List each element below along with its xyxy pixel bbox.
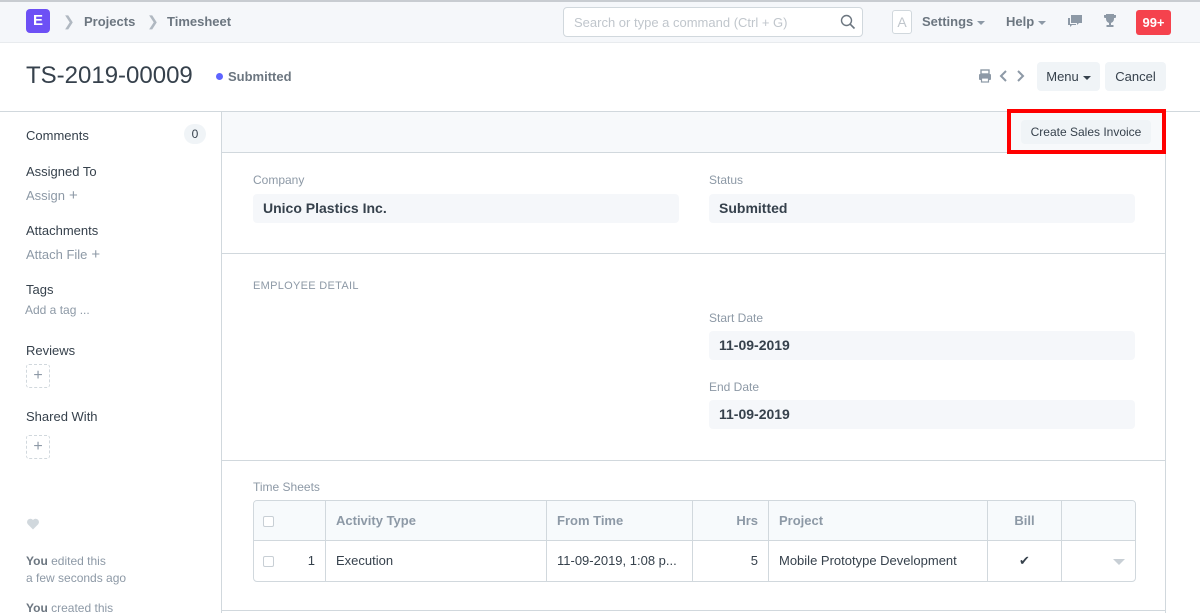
caret-down-icon [1082, 75, 1091, 80]
cancel-button[interactable]: Cancel [1105, 62, 1166, 91]
settings-label: Settings [922, 14, 974, 29]
help-dropdown[interactable]: Help [1006, 14, 1047, 29]
end-date-field: 11-09-2019 [709, 400, 1135, 429]
reviews-label: Reviews [26, 343, 76, 358]
shared-with-label: Shared With [26, 409, 98, 424]
attach-file-link[interactable]: Attach File + [26, 246, 100, 263]
settings-dropdown[interactable]: Settings [922, 14, 986, 29]
breadcrumb-projects[interactable]: Projects [84, 14, 135, 29]
navbar: E ❯ Projects ❯ Timesheet A Settings Help… [0, 0, 1200, 43]
search-box [563, 7, 863, 37]
menu-button[interactable]: Menu [1037, 62, 1100, 91]
cell-project[interactable]: Mobile Prototype Development [769, 541, 988, 581]
caret-down-icon [977, 20, 986, 25]
comments-icon[interactable] [1067, 13, 1083, 29]
chevron-right-icon: ❯ [63, 13, 75, 29]
column-header-from-time[interactable]: From Time [547, 501, 693, 540]
start-date-field: 11-09-2019 [709, 331, 1135, 360]
form-body: Create Sales Invoice Company Unico Plast… [221, 112, 1166, 613]
trophy-icon[interactable] [1102, 13, 1118, 29]
form-toolbar: Create Sales Invoice [222, 112, 1165, 153]
search-icon[interactable] [840, 14, 856, 30]
column-header-actions [1062, 501, 1135, 540]
add-share-button[interactable]: + [26, 435, 50, 459]
help-label: Help [1006, 14, 1035, 29]
add-review-button[interactable]: + [26, 364, 50, 388]
status-indicator-dot [216, 73, 223, 80]
plus-icon: + [33, 367, 43, 384]
end-date-label: End Date [709, 380, 760, 394]
tags-label: Tags [26, 282, 54, 297]
chevron-right-icon: ❯ [147, 13, 159, 29]
notifications-badge[interactable]: 99+ [1136, 10, 1171, 35]
cell-row-actions[interactable] [1062, 541, 1135, 581]
company-field: Unico Plastics Inc. [253, 194, 679, 223]
app-logo[interactable]: E [26, 9, 50, 33]
assigned-to-label: Assigned To [26, 164, 97, 179]
chevron-left-icon[interactable] [997, 69, 1011, 83]
start-date-label: Start Date [709, 311, 764, 325]
time-sheets-table: Activity Type From Time Hrs Project Bill… [253, 500, 1136, 582]
section-divider [222, 460, 1165, 461]
activity-user: You [26, 554, 48, 568]
attachments-label: Attachments [26, 223, 99, 238]
attach-file-label: Attach File [26, 247, 88, 262]
activity-action: edited this [51, 554, 106, 568]
row-checkbox[interactable] [263, 556, 274, 567]
plus-icon: + [91, 246, 101, 263]
print-icon[interactable] [978, 69, 992, 83]
caret-down-icon [1038, 20, 1047, 25]
table-header-row: Activity Type From Time Hrs Project Bill [254, 501, 1135, 541]
activity-action: created this [51, 601, 114, 613]
select-all-checkbox[interactable] [263, 516, 274, 527]
section-divider [222, 253, 1165, 254]
user-avatar[interactable]: A [892, 10, 912, 34]
column-header-activity-type[interactable]: Activity Type [326, 501, 547, 540]
assign-link-label: Assign [26, 188, 66, 203]
status-field: Submitted [709, 194, 1135, 223]
table-row[interactable]: 1 Execution 11-09-2019, 1:08 p... 5 Mobi… [254, 541, 1135, 581]
comments-label[interactable]: Comments [26, 128, 89, 143]
section-divider [222, 610, 1165, 611]
status-badge: Submitted [228, 69, 292, 84]
activity-time: a few seconds ago [26, 571, 127, 585]
status-label: Status [709, 173, 744, 187]
chevron-right-icon[interactable] [1013, 69, 1027, 83]
comments-count: 0 [184, 124, 206, 144]
row-select-cell: 1 [254, 541, 326, 581]
cell-bill-checkmark[interactable]: ✔ [988, 541, 1062, 581]
page-title: TS-2019-00009 [26, 62, 193, 89]
plus-icon: + [33, 438, 43, 455]
row-expand-caret-icon[interactable] [1113, 559, 1125, 565]
heart-icon[interactable] [26, 517, 40, 531]
cell-hrs[interactable]: 5 [693, 541, 769, 581]
search-input[interactable] [564, 8, 824, 36]
row-index: 1 [307, 553, 315, 568]
activity-user: You [26, 601, 48, 613]
create-sales-invoice-button[interactable]: Create Sales Invoice [1021, 120, 1151, 144]
activity-item: You edited this a few seconds ago [26, 553, 126, 587]
add-tag-link[interactable]: Add a tag ... [25, 303, 90, 317]
column-header-project[interactable]: Project [769, 501, 988, 540]
assign-link[interactable]: Assign + [26, 187, 78, 204]
plus-icon: + [69, 187, 78, 204]
column-header-bill[interactable]: Bill [988, 501, 1062, 540]
activity-item: You created this [26, 600, 113, 613]
breadcrumb-timesheet[interactable]: Timesheet [167, 14, 231, 29]
cell-from-time[interactable]: 11-09-2019, 1:08 p... [547, 541, 693, 581]
company-label: Company [253, 173, 305, 187]
menu-label: Menu [1046, 69, 1079, 84]
select-all-cell [254, 501, 326, 540]
employee-detail-section-head[interactable]: EMPLOYEE DETAIL [253, 280, 359, 292]
column-header-hrs[interactable]: Hrs [693, 501, 769, 540]
cell-activity-type[interactable]: Execution [326, 541, 547, 581]
time-sheets-label: Time Sheets [253, 480, 320, 494]
